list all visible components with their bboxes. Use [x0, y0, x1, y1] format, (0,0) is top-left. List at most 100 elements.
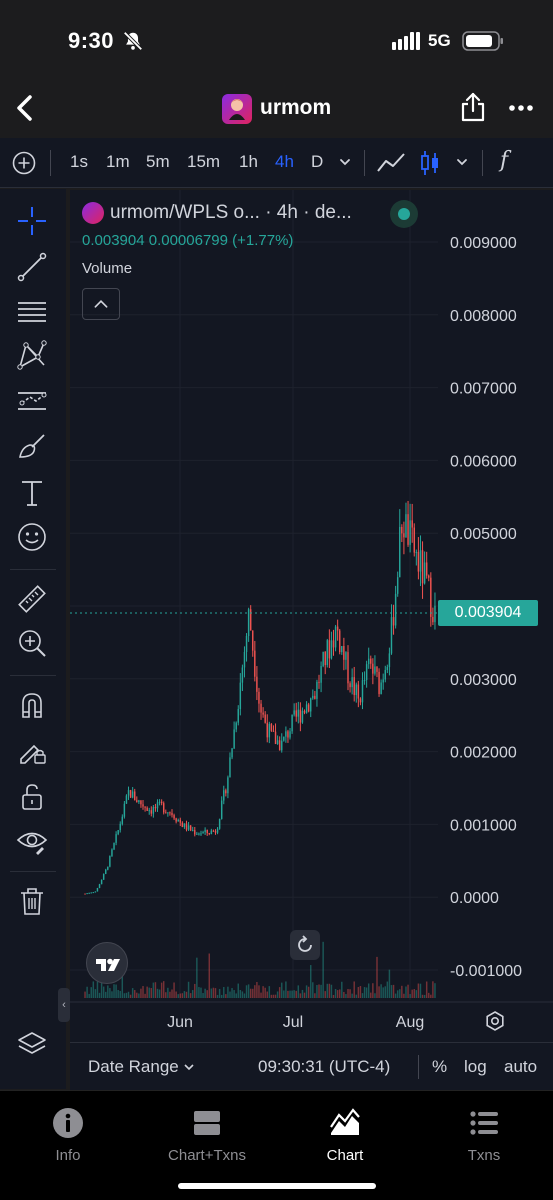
- chart-toolbar: 1s 1m 5m 15m 1h 4h D f: [0, 138, 553, 188]
- candle-body: [421, 550, 424, 584]
- candle-body: [281, 740, 283, 751]
- candle-body: [347, 652, 349, 684]
- candle-body: [349, 683, 351, 688]
- volume-bar: [88, 993, 90, 998]
- tradingview-logo[interactable]: [86, 942, 128, 984]
- chart-type-chevron-down-icon[interactable]: [455, 155, 469, 169]
- tab-txns[interactable]: Txns: [424, 1107, 544, 1164]
- timeframe-1h[interactable]: 1h: [239, 152, 258, 172]
- volume-bar: [413, 989, 415, 998]
- volume-bar: [113, 984, 115, 998]
- collapse-tools-handle[interactable]: ‹: [58, 988, 70, 1022]
- auto-scale-toggle[interactable]: auto: [504, 1057, 537, 1077]
- volume-bar: [276, 991, 279, 998]
- volume-bar: [154, 982, 157, 998]
- eye-icon[interactable]: [16, 825, 48, 857]
- candle-body: [96, 888, 99, 892]
- candle-body: [200, 833, 202, 835]
- page-title: urmom: [260, 96, 332, 119]
- candlestick-icon[interactable]: [420, 149, 440, 177]
- lock-drawing-icon[interactable]: [16, 735, 48, 767]
- volume-bar: [274, 994, 277, 998]
- candle-body: [297, 709, 300, 717]
- status-time: 9:30: [68, 28, 115, 53]
- timeframe-5m[interactable]: 5m: [146, 152, 170, 172]
- volume-bar: [326, 983, 329, 998]
- tab-chart[interactable]: Chart: [285, 1107, 405, 1164]
- percent-scale-toggle[interactable]: %: [432, 1057, 447, 1077]
- text-icon[interactable]: [16, 477, 48, 509]
- candle-body: [111, 849, 113, 857]
- magnet-icon[interactable]: [16, 689, 48, 721]
- collapse-legend-button[interactable]: [82, 288, 120, 320]
- axis-settings-icon[interactable]: [484, 1010, 506, 1032]
- candle-body: [121, 816, 124, 824]
- layers-icon[interactable]: [16, 1029, 48, 1061]
- zoom-in-icon[interactable]: [16, 627, 48, 659]
- volume-bar: [357, 987, 360, 998]
- candle-body: [332, 640, 335, 648]
- reset-chart-icon[interactable]: [290, 930, 320, 960]
- add-symbol-icon[interactable]: [12, 151, 36, 175]
- volume-bar: [334, 988, 337, 998]
- back-chevron-icon[interactable]: [14, 94, 36, 122]
- line-chart-icon[interactable]: [376, 151, 406, 175]
- candle-body: [175, 818, 177, 822]
- volume-bar: [233, 990, 235, 998]
- brush-icon[interactable]: [16, 431, 48, 463]
- candle-body: [293, 710, 295, 715]
- volume-bar: [191, 990, 194, 998]
- candle-body: [138, 800, 140, 803]
- date-range-button[interactable]: Date Range: [88, 1057, 195, 1077]
- candle-body: [129, 790, 132, 798]
- candle-body: [127, 790, 130, 796]
- volume-bar: [388, 969, 391, 998]
- timeframe-1m[interactable]: 1m: [106, 152, 130, 172]
- token-logo: [222, 94, 252, 124]
- volume-bar: [349, 989, 351, 998]
- trend-line-icon[interactable]: [16, 251, 48, 283]
- indicators-fx-icon[interactable]: f: [500, 148, 508, 173]
- volume-bar: [423, 994, 426, 998]
- candle-body: [194, 830, 196, 835]
- trash-icon[interactable]: [16, 885, 48, 917]
- crosshair-icon[interactable]: [16, 205, 48, 237]
- horizontal-lines-icon[interactable]: [16, 295, 48, 327]
- timeframe-1s[interactable]: 1s: [70, 152, 88, 172]
- log-scale-toggle[interactable]: log: [464, 1057, 487, 1077]
- volume-bar: [202, 993, 204, 998]
- legend-title[interactable]: urmom/WPLS o... · 4h · de...: [110, 202, 352, 224]
- volume-bar: [189, 993, 192, 998]
- timeframe-chevron-down-icon[interactable]: [338, 155, 352, 169]
- candle-body: [191, 830, 194, 832]
- volume-bar: [127, 991, 130, 998]
- ruler-icon[interactable]: [16, 583, 48, 615]
- volume-bar: [225, 994, 227, 998]
- y-tick-label: 0.001000: [450, 817, 517, 834]
- candle-body: [256, 676, 258, 692]
- pattern-icon[interactable]: [16, 339, 48, 371]
- chart-panel[interactable]: 0.009000 0.008000 0.007000 0.006000 0.005000…: [70, 190, 553, 1090]
- forecast-icon[interactable]: [16, 385, 48, 417]
- timeframe-d[interactable]: D: [311, 152, 323, 172]
- volume-bar: [365, 987, 368, 998]
- volume-indicator-label[interactable]: Volume: [82, 260, 132, 277]
- tab-info[interactable]: Info: [8, 1107, 128, 1164]
- volume-bar: [425, 981, 428, 998]
- candle-body: [413, 527, 415, 553]
- candle-body: [372, 663, 374, 674]
- timezone-clock[interactable]: 09:30:31 (UTC-4): [258, 1057, 390, 1077]
- volume-bar: [297, 985, 300, 998]
- volume-bar: [336, 990, 339, 998]
- unlock-icon[interactable]: [16, 781, 48, 813]
- share-icon[interactable]: [460, 92, 486, 122]
- emoji-icon[interactable]: [16, 521, 48, 553]
- volume-bar: [370, 992, 372, 998]
- timeframe-15m[interactable]: 15m: [187, 152, 220, 172]
- candle-body: [189, 825, 192, 831]
- bottom-divider: [418, 1055, 419, 1079]
- timeframe-4h[interactable]: 4h: [275, 152, 294, 172]
- more-icon[interactable]: [508, 98, 534, 118]
- candle-body: [307, 704, 310, 712]
- tab-chart-txns[interactable]: Chart+Txns: [147, 1107, 267, 1164]
